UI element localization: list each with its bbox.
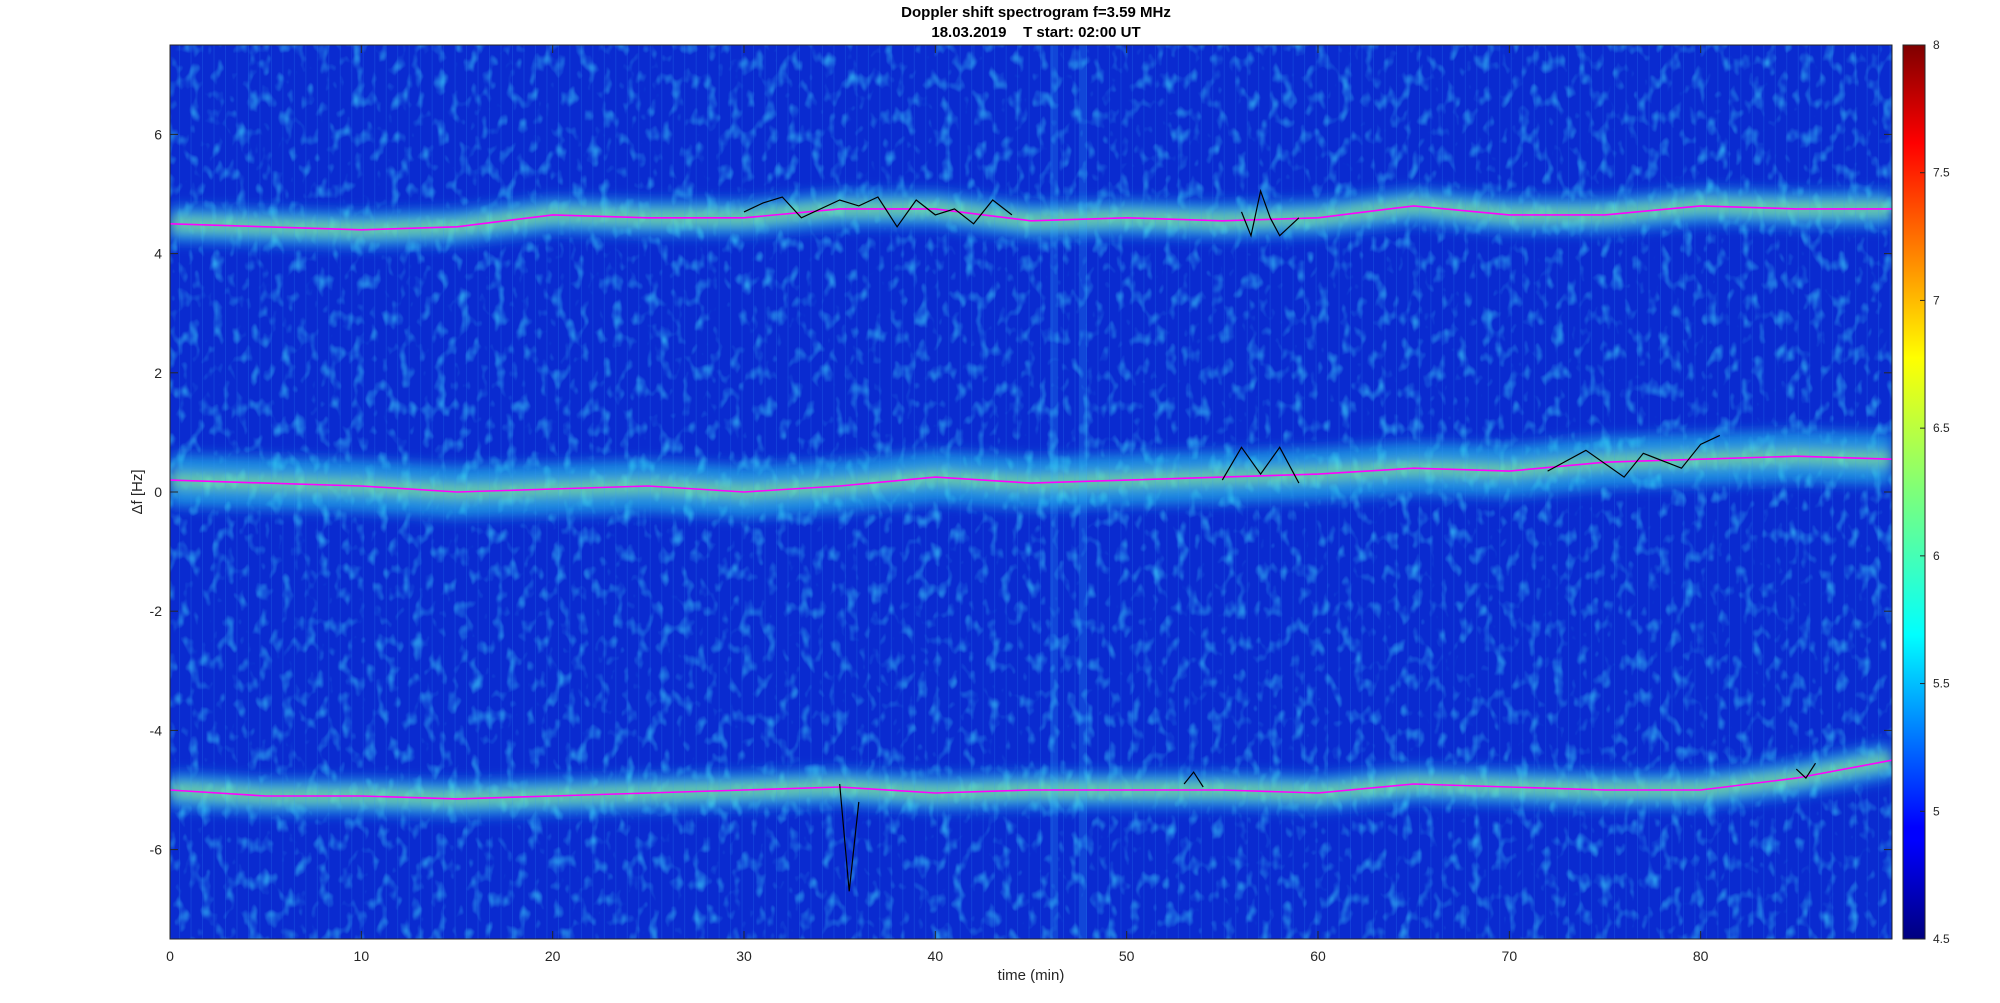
x-tick-label: 20 — [545, 948, 561, 964]
y-tick-label: -4 — [150, 722, 163, 738]
x-tick-label: 80 — [1693, 948, 1709, 964]
spectrogram-figure: Doppler shift spectrogram f=3.59 MHz 18.… — [129, 4, 1950, 984]
colorbar-tick-label: 5 — [1933, 804, 1940, 818]
colorbar-tick-label: 6 — [1933, 549, 1940, 563]
chart-title: Doppler shift spectrogram f=3.59 MHz — [901, 4, 1171, 21]
colorbar-tick-label: 4.5 — [1933, 932, 1950, 946]
y-axis-label: Δf [Hz] — [129, 469, 146, 514]
plot-area — [170, 45, 1892, 939]
y-tick-label: 2 — [154, 365, 162, 381]
colorbar-tick-label: 8 — [1933, 38, 1940, 52]
colorbar-tick-label: 6.5 — [1933, 421, 1950, 435]
x-tick-label: 40 — [928, 948, 944, 964]
y-tick-label: 0 — [154, 484, 162, 500]
colorbar-tick-label: 7 — [1933, 293, 1940, 307]
x-tick-label: 10 — [354, 948, 370, 964]
x-tick-label: 30 — [736, 948, 752, 964]
y-tick-label: 6 — [154, 126, 162, 142]
colorbar-tick-label: 7.5 — [1933, 166, 1950, 180]
x-tick-label: 0 — [166, 948, 174, 964]
y-tick-label: 4 — [154, 246, 162, 262]
chart-subtitle: 18.03.2019 T start: 02:00 UT — [931, 24, 1140, 41]
x-axis-label: time (min) — [998, 967, 1065, 984]
x-tick-label: 50 — [1119, 948, 1135, 964]
stripe-bright — [1078, 45, 1087, 939]
x-tick-label: 70 — [1502, 948, 1518, 964]
y-tick-label: -6 — [150, 842, 163, 858]
colorbar-gradient — [1902, 44, 1926, 940]
y-tick-label: -2 — [150, 603, 163, 619]
colorbar: 4.5 5 5.5 6 6.5 7 7.5 8 — [1902, 38, 1950, 946]
stripe-bright — [1050, 45, 1059, 939]
colorbar-tick-label: 5.5 — [1933, 677, 1950, 691]
x-tick-label: 60 — [1310, 948, 1326, 964]
